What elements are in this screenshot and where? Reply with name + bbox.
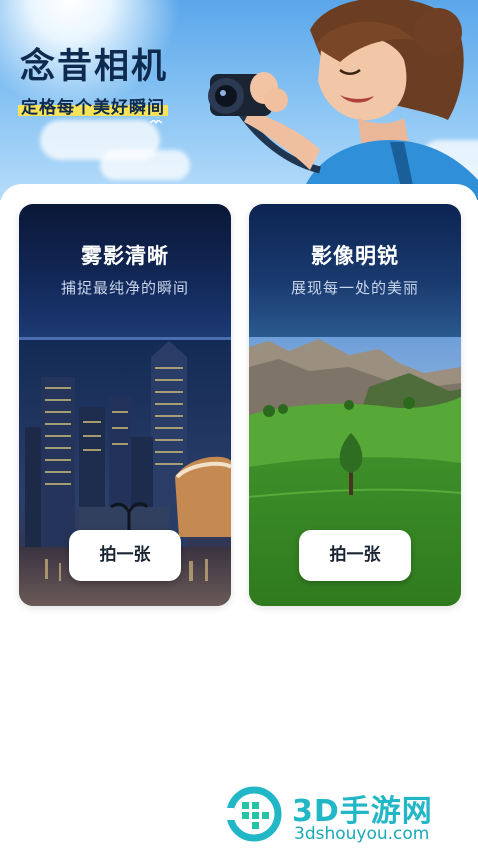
filter-card-clear[interactable]: 雾影清晰 捕捉最纯净的瞬间 拍一张 — [19, 204, 231, 606]
card-header: 雾影清晰 捕捉最纯净的瞬间 — [19, 204, 231, 337]
card-title: 影像明锐 — [311, 244, 399, 268]
filter-card-sharp[interactable]: 影像明锐 展现每一处的美丽 拍一张 — [249, 204, 461, 606]
site-watermark: 3D手游网 3dshouyou.com — [222, 780, 478, 850]
app-title: 念昔相机 — [20, 47, 169, 87]
cloud — [100, 150, 190, 180]
girl-with-camera-illustration — [208, 0, 478, 200]
card-header: 影像明锐 展现每一处的美丽 — [249, 204, 461, 337]
hero-banner: 念昔相机 定格每个美好瞬间 — [0, 0, 478, 200]
card-title: 雾影清晰 — [81, 244, 169, 268]
card-subtitle: 捕捉最纯净的瞬间 — [60, 279, 189, 297]
take-photo-button[interactable]: 拍一张 — [69, 530, 181, 581]
tagline: 定格每个美好瞬间 — [18, 93, 168, 118]
watermark-logo-icon — [222, 786, 282, 842]
card-subtitle: 展现每一处的美丽 — [290, 279, 419, 297]
take-photo-button[interactable]: 拍一张 — [299, 530, 411, 581]
bird-icon — [150, 120, 162, 125]
watermark-url: 3dshouyou.com — [294, 824, 430, 844]
